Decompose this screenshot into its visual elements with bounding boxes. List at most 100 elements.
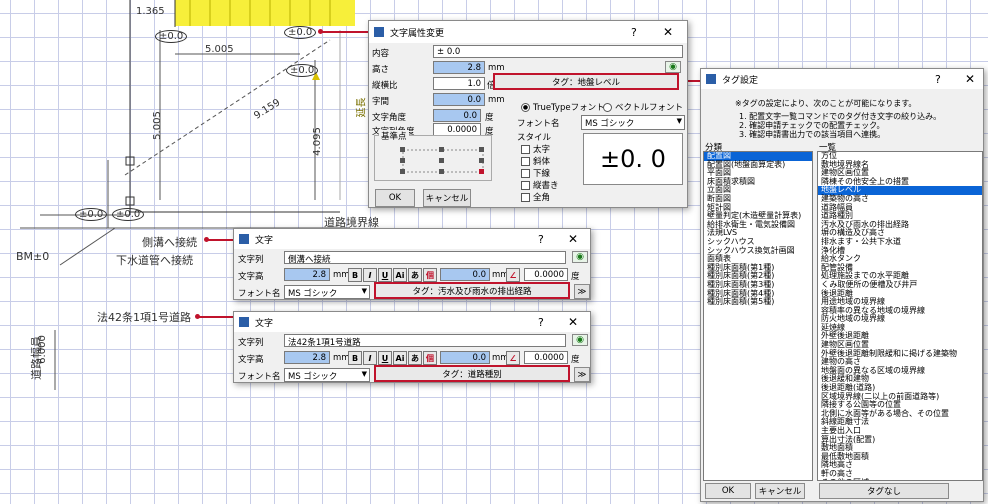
help-icon[interactable]: ? <box>538 233 544 246</box>
font-label: フォント名 <box>238 289 281 299</box>
string-label: 文字列 <box>238 338 264 348</box>
close-icon[interactable]: ✕ <box>663 25 673 39</box>
style-fullwidth-label: 全角 <box>533 193 551 203</box>
dialog-titlebar[interactable]: タグ設定 ? ✕ <box>701 69 983 89</box>
spacing-input[interactable]: 0.0 <box>440 268 490 281</box>
tag-item[interactable]: その他の区域 <box>818 478 982 480</box>
italic-button[interactable]: I <box>363 351 377 365</box>
category-item[interactable]: 種別床面積(第5種) <box>704 297 812 307</box>
style-bold-check[interactable]: 太字 <box>521 143 550 155</box>
radio-truetype[interactable]: ● TrueTypeフォント <box>521 101 605 113</box>
close-icon[interactable]: ✕ <box>568 315 578 329</box>
chevron-down-icon: ▼ <box>361 287 367 295</box>
height-input[interactable]: 2.8 <box>284 351 330 364</box>
aspect-input[interactable]: 1.0 <box>433 77 485 90</box>
height-input[interactable]: 2.8 <box>284 268 330 281</box>
font-select[interactable]: MS ゴシック ▼ <box>284 285 370 299</box>
cad-road-law: 法42条1項1号道路 <box>97 311 191 324</box>
close-icon[interactable]: ✕ <box>568 232 578 246</box>
chevron-down-icon: ▼ <box>361 370 367 378</box>
eye-icon[interactable]: ◉ <box>572 251 588 263</box>
dialog-titlebar[interactable]: 文字 ? ✕ <box>234 312 590 332</box>
callout-line <box>206 239 234 241</box>
cad-dim-4095: 4.095 <box>311 127 323 156</box>
style-underline-label: 下線 <box>533 169 551 179</box>
dialog-title: タグ設定 <box>722 75 759 86</box>
style-fullwidth-check[interactable]: 全角 <box>521 191 550 203</box>
string-input[interactable]: 法42条1項1号道路 <box>284 334 566 347</box>
category-list[interactable]: 配置図 配置図(地盤面算定表) 平面図 床面積求積図 立面図 断面図 矩計図 壁量判定(木造壁… <box>703 151 813 481</box>
callout-line <box>197 316 234 318</box>
dialog-titlebar[interactable]: 文字 ? ✕ <box>234 229 590 249</box>
chevron-down-icon: ▼ <box>676 117 682 125</box>
eye-icon[interactable]: ◉ <box>572 334 588 346</box>
spacing-input[interactable]: 0.0 <box>433 93 485 106</box>
close-icon[interactable]: ✕ <box>965 72 975 86</box>
ref-point-group: 基準点 <box>374 130 492 181</box>
angle-input[interactable]: 0.0 <box>433 109 481 122</box>
tag-ground-level-button[interactable]: タグ：地盤レベル <box>493 73 679 90</box>
help-icon[interactable]: ? <box>631 26 637 39</box>
angle-icon[interactable]: ∠ <box>506 351 520 365</box>
style-vertical-check[interactable]: 縦書き <box>521 179 559 191</box>
fullwidth-button[interactable]: あ <box>408 268 422 282</box>
ai-button[interactable]: Ai <box>393 351 407 365</box>
cancel-button[interactable]: キャンセル <box>755 483 805 499</box>
bold-button[interactable]: B <box>348 268 362 282</box>
spacing-unit: mm <box>488 95 505 105</box>
ai-button[interactable]: Ai <box>393 268 407 282</box>
text-attribute-dialog: 文字属性変更 ? ✕ 内容 ± 0.0 高さ 2.8 mm ◉ 縦横比 1.0 … <box>368 20 688 208</box>
eye-icon[interactable]: ◉ <box>665 61 681 73</box>
angle-icon[interactable]: ∠ <box>506 268 520 282</box>
angle-input[interactable]: 0.0000 <box>524 351 568 364</box>
bold-button[interactable]: B <box>348 351 362 365</box>
tag-item-list[interactable]: 方位 敷地境界線名 建物区画位置 隣棟その他安全上の措置 地盤レベル 建築物の高さ 道路幅員… <box>817 151 983 481</box>
italic-button[interactable]: I <box>363 268 377 282</box>
ok-button[interactable]: OK <box>705 483 751 499</box>
char-button[interactable]: 個 <box>423 351 437 365</box>
note-title: ※タグの設定により、次のことが可能になります。 <box>735 99 917 108</box>
help-icon[interactable]: ? <box>538 316 544 329</box>
fullwidth-button[interactable]: あ <box>408 351 422 365</box>
app-icon <box>239 234 249 244</box>
style-italic-check[interactable]: 斜体 <box>521 155 550 167</box>
angle-unit: 度 <box>485 113 494 123</box>
string-input[interactable]: 側溝へ接続 <box>284 251 566 264</box>
tag-road-type-button[interactable]: タグ：道路種別 <box>374 365 570 382</box>
app-icon <box>706 74 716 84</box>
cad-level-mark: ±0.0 <box>112 208 145 221</box>
ref-point-selector[interactable] <box>375 136 491 180</box>
angle-input[interactable]: 0.0000 <box>524 268 568 281</box>
font-select-value: MS ゴシック <box>585 119 635 129</box>
font-select[interactable]: MS ゴシック ▼ <box>581 115 685 130</box>
font-select-value: MS ゴシック <box>288 372 338 382</box>
dialog-titlebar[interactable]: 文字属性変更 ? ✕ <box>369 21 687 43</box>
expand-button[interactable]: ≫ <box>574 367 590 382</box>
font-label: フォント名 <box>238 372 281 382</box>
angle-label: 文字角度 <box>372 113 407 123</box>
dialog-title: 文字属性変更 <box>390 28 445 39</box>
no-tag-button[interactable]: タグなし <box>819 483 949 499</box>
font-select-value: MS ゴシック <box>288 289 338 299</box>
char-button[interactable]: 個 <box>423 268 437 282</box>
angle-unit: 度 <box>571 272 580 282</box>
cad-level-mark: ±0.0 <box>284 26 317 39</box>
underline-button[interactable]: U <box>378 351 392 365</box>
dialog-title: 文字 <box>255 235 274 246</box>
radio-truetype-label: TrueTypeフォント <box>533 103 605 113</box>
help-icon[interactable]: ? <box>935 73 941 86</box>
style-underline-check[interactable]: 下線 <box>521 167 550 179</box>
expand-button[interactable]: ≫ <box>574 284 590 299</box>
dialog-title: 文字 <box>255 318 274 329</box>
ok-button[interactable]: OK <box>375 189 415 207</box>
radio-vector[interactable]: ベクトルフォント <box>603 101 683 113</box>
tag-drainage-button[interactable]: タグ：汚水及び雨水の排出経路 <box>374 282 570 299</box>
cancel-button[interactable]: キャンセル <box>423 189 471 207</box>
cad-level-mark: ±0.0 <box>286 64 319 77</box>
underline-button[interactable]: U <box>378 268 392 282</box>
content-input[interactable]: ± 0.0 <box>433 45 683 58</box>
font-select[interactable]: MS ゴシック ▼ <box>284 368 370 382</box>
spacing-input[interactable]: 0.0 <box>440 351 490 364</box>
height-input[interactable]: 2.8 <box>433 61 485 74</box>
height-unit: mm <box>488 63 505 73</box>
